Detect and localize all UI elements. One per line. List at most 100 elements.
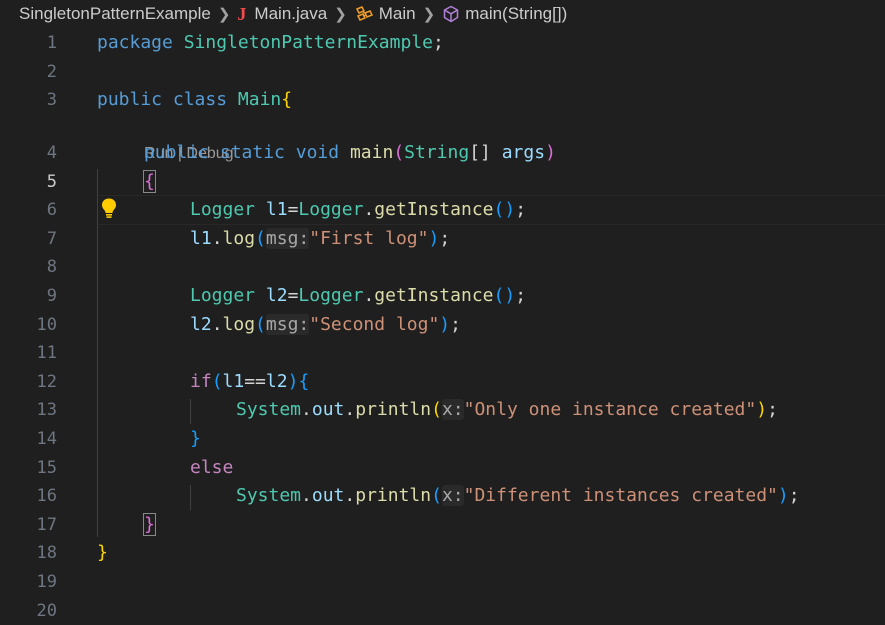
token: println [355,485,432,507]
code-line[interactable]: l2.log(msg:"Second log"); [190,311,461,340]
token: ( [393,142,405,163]
token: . [301,399,312,421]
lightbulb-icon[interactable] [100,197,118,219]
token: } [97,542,108,564]
token: Main [237,89,282,111]
code-line[interactable]: public class Main{ [97,86,292,115]
code-line[interactable]: package SingletonPatternExample; [97,29,444,58]
token: public [97,89,163,111]
breadcrumb-method[interactable]: main(String[]) [442,4,567,24]
line-number: 16 [36,486,57,507]
inlay-hint: msg: [265,313,310,335]
token: [] [469,142,491,163]
token: ( [211,370,223,392]
token: ; [439,227,451,249]
token: String [404,142,470,163]
line-number: 6 [46,200,57,221]
token: ; [515,285,527,306]
line-number: 8 [46,257,57,278]
token: Logger [190,285,256,306]
method-icon [442,5,460,23]
code-line[interactable]: Logger l2=Logger.getInstance(); [190,282,526,311]
token: . [363,285,375,306]
line-number: 3 [46,90,57,111]
breadcrumb-method-label: main(String[]) [465,4,568,23]
token: } [143,512,156,536]
code-line[interactable]: System.out.println(x:"Only one instance … [236,396,778,425]
code-line[interactable]: } [143,511,156,540]
java-file-icon: J [237,3,247,24]
token: { [298,370,310,392]
line-number: 7 [46,228,57,249]
token: System [236,485,302,507]
line-number: 18 [36,543,57,564]
indent-guide [97,169,98,537]
token: out [311,399,345,421]
code-line[interactable]: { [143,168,156,197]
token: { [143,169,156,193]
token: ( [255,227,266,249]
token: = [287,285,299,306]
token: log [222,227,256,249]
token: ( [431,399,442,421]
token: l2 [265,370,288,392]
inlay-hint: x: [441,485,464,507]
token: l2 [190,313,212,335]
line-number: 13 [36,400,57,421]
line-number: 19 [36,572,57,592]
token: = [287,199,299,221]
code-line[interactable]: System.out.println(x:"Different instance… [236,482,800,511]
token: ( [255,313,266,335]
token: static [219,142,285,163]
indent-guide [190,485,191,510]
token: } [190,428,201,449]
token: . [211,313,223,335]
inlay-hint: x: [441,399,464,421]
token: ( [493,199,505,221]
token: ) [287,370,299,392]
breadcrumb-file-label: Main.java [254,4,328,23]
token: void [295,142,340,163]
token: ( [493,285,505,306]
token: . [363,199,375,221]
token: l1 [265,199,288,221]
code-line[interactable]: } [190,425,201,454]
token: l1 [190,227,212,249]
token: ; [767,399,778,421]
line-number: 10 [36,314,57,335]
inlay-hint: msg: [265,227,310,249]
token: "Different instances created" [463,485,778,507]
token: . [344,485,356,507]
token: ) [545,142,556,163]
line-number: 15 [36,457,57,478]
token: "Second log" [309,313,440,335]
token: Logger [298,199,364,221]
token: class [172,89,228,111]
token: public [144,142,210,163]
line-number-active: 5 [46,171,57,192]
breadcrumb-project[interactable]: SingletonPatternExample [19,4,211,24]
line-number: 14 [36,429,57,449]
token: "First log" [309,227,429,249]
code-line[interactable]: else [190,454,233,483]
code-line[interactable]: if(l1==l2){ [190,368,309,397]
token: ; [450,313,461,335]
code-line[interactable]: public static void main(String[] args) [144,139,556,168]
code-line[interactable]: Logger l1=Logger.getInstance(); [190,196,526,225]
breadcrumb-file[interactable]: J Main.java [237,4,327,25]
code-line[interactable]: l1.log(msg:"First log"); [190,225,450,254]
line-number: 17 [36,514,57,535]
token: ) [756,399,768,421]
chevron-right-icon: ❯ [334,6,347,23]
token: args [501,142,546,163]
class-icon [354,5,374,23]
token: package [97,32,173,53]
token: if [190,370,212,392]
breadcrumb-class[interactable]: Main [354,4,416,24]
code-line[interactable]: } [97,539,108,568]
